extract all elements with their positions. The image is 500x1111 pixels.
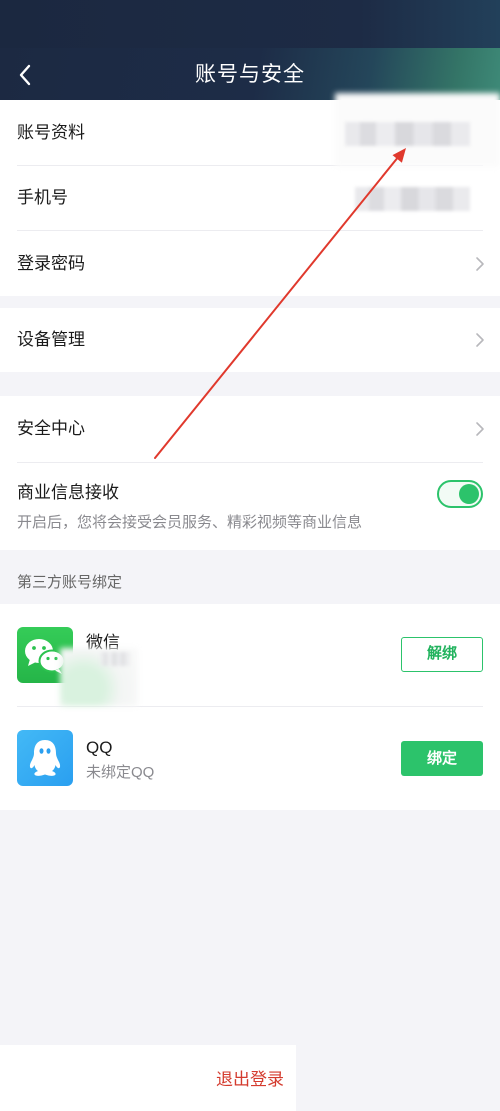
chevron-right-icon bbox=[476, 257, 484, 271]
redacted-account-value bbox=[345, 122, 470, 146]
qq-name: QQ bbox=[86, 738, 113, 757]
qq-icon bbox=[17, 730, 73, 786]
redacted-blur bbox=[100, 652, 130, 666]
chevron-right-icon bbox=[476, 333, 484, 347]
device-management-label: 设备管理 bbox=[17, 330, 85, 349]
back-button[interactable] bbox=[14, 60, 44, 90]
wechat-unbind-button[interactable]: 解绑 bbox=[401, 637, 483, 672]
chevron-left-icon bbox=[19, 64, 31, 86]
commercial-info-toggle[interactable] bbox=[437, 480, 483, 508]
qq-bind-button[interactable]: 绑定 bbox=[401, 741, 483, 776]
redacted-phone-value bbox=[355, 187, 470, 211]
security-group: 安全中心 商业信息接收 开启后，您将会接受会员服务、精彩视频等商业信息 bbox=[0, 396, 500, 550]
security-center-label: 安全中心 bbox=[17, 419, 85, 438]
account-profile-label: 账号资料 bbox=[17, 123, 85, 142]
logout-button[interactable]: 退出登录 bbox=[200, 1068, 300, 1092]
divider bbox=[17, 706, 483, 707]
phone-label: 手机号 bbox=[17, 188, 68, 207]
login-password-row[interactable]: 登录密码 bbox=[0, 230, 500, 296]
login-password-label: 登录密码 bbox=[17, 254, 85, 273]
chevron-right-icon bbox=[476, 422, 484, 436]
security-center-row[interactable]: 安全中心 bbox=[0, 396, 500, 462]
commercial-info-label: 商业信息接收 bbox=[17, 483, 119, 502]
third-party-group bbox=[0, 604, 500, 810]
qq-status: 未绑定QQ bbox=[86, 764, 155, 781]
device-management-row[interactable]: 设备管理 bbox=[0, 308, 500, 372]
commercial-info-description: 开启后，您将会接受会员服务、精彩视频等商业信息 bbox=[17, 514, 363, 531]
section-title: 第三方账号绑定 bbox=[17, 574, 123, 591]
status-bar bbox=[0, 0, 500, 48]
device-group: 设备管理 bbox=[0, 308, 500, 372]
toggle-knob bbox=[459, 484, 479, 504]
divider bbox=[17, 462, 483, 463]
page-title: 账号与安全 bbox=[195, 63, 305, 86]
